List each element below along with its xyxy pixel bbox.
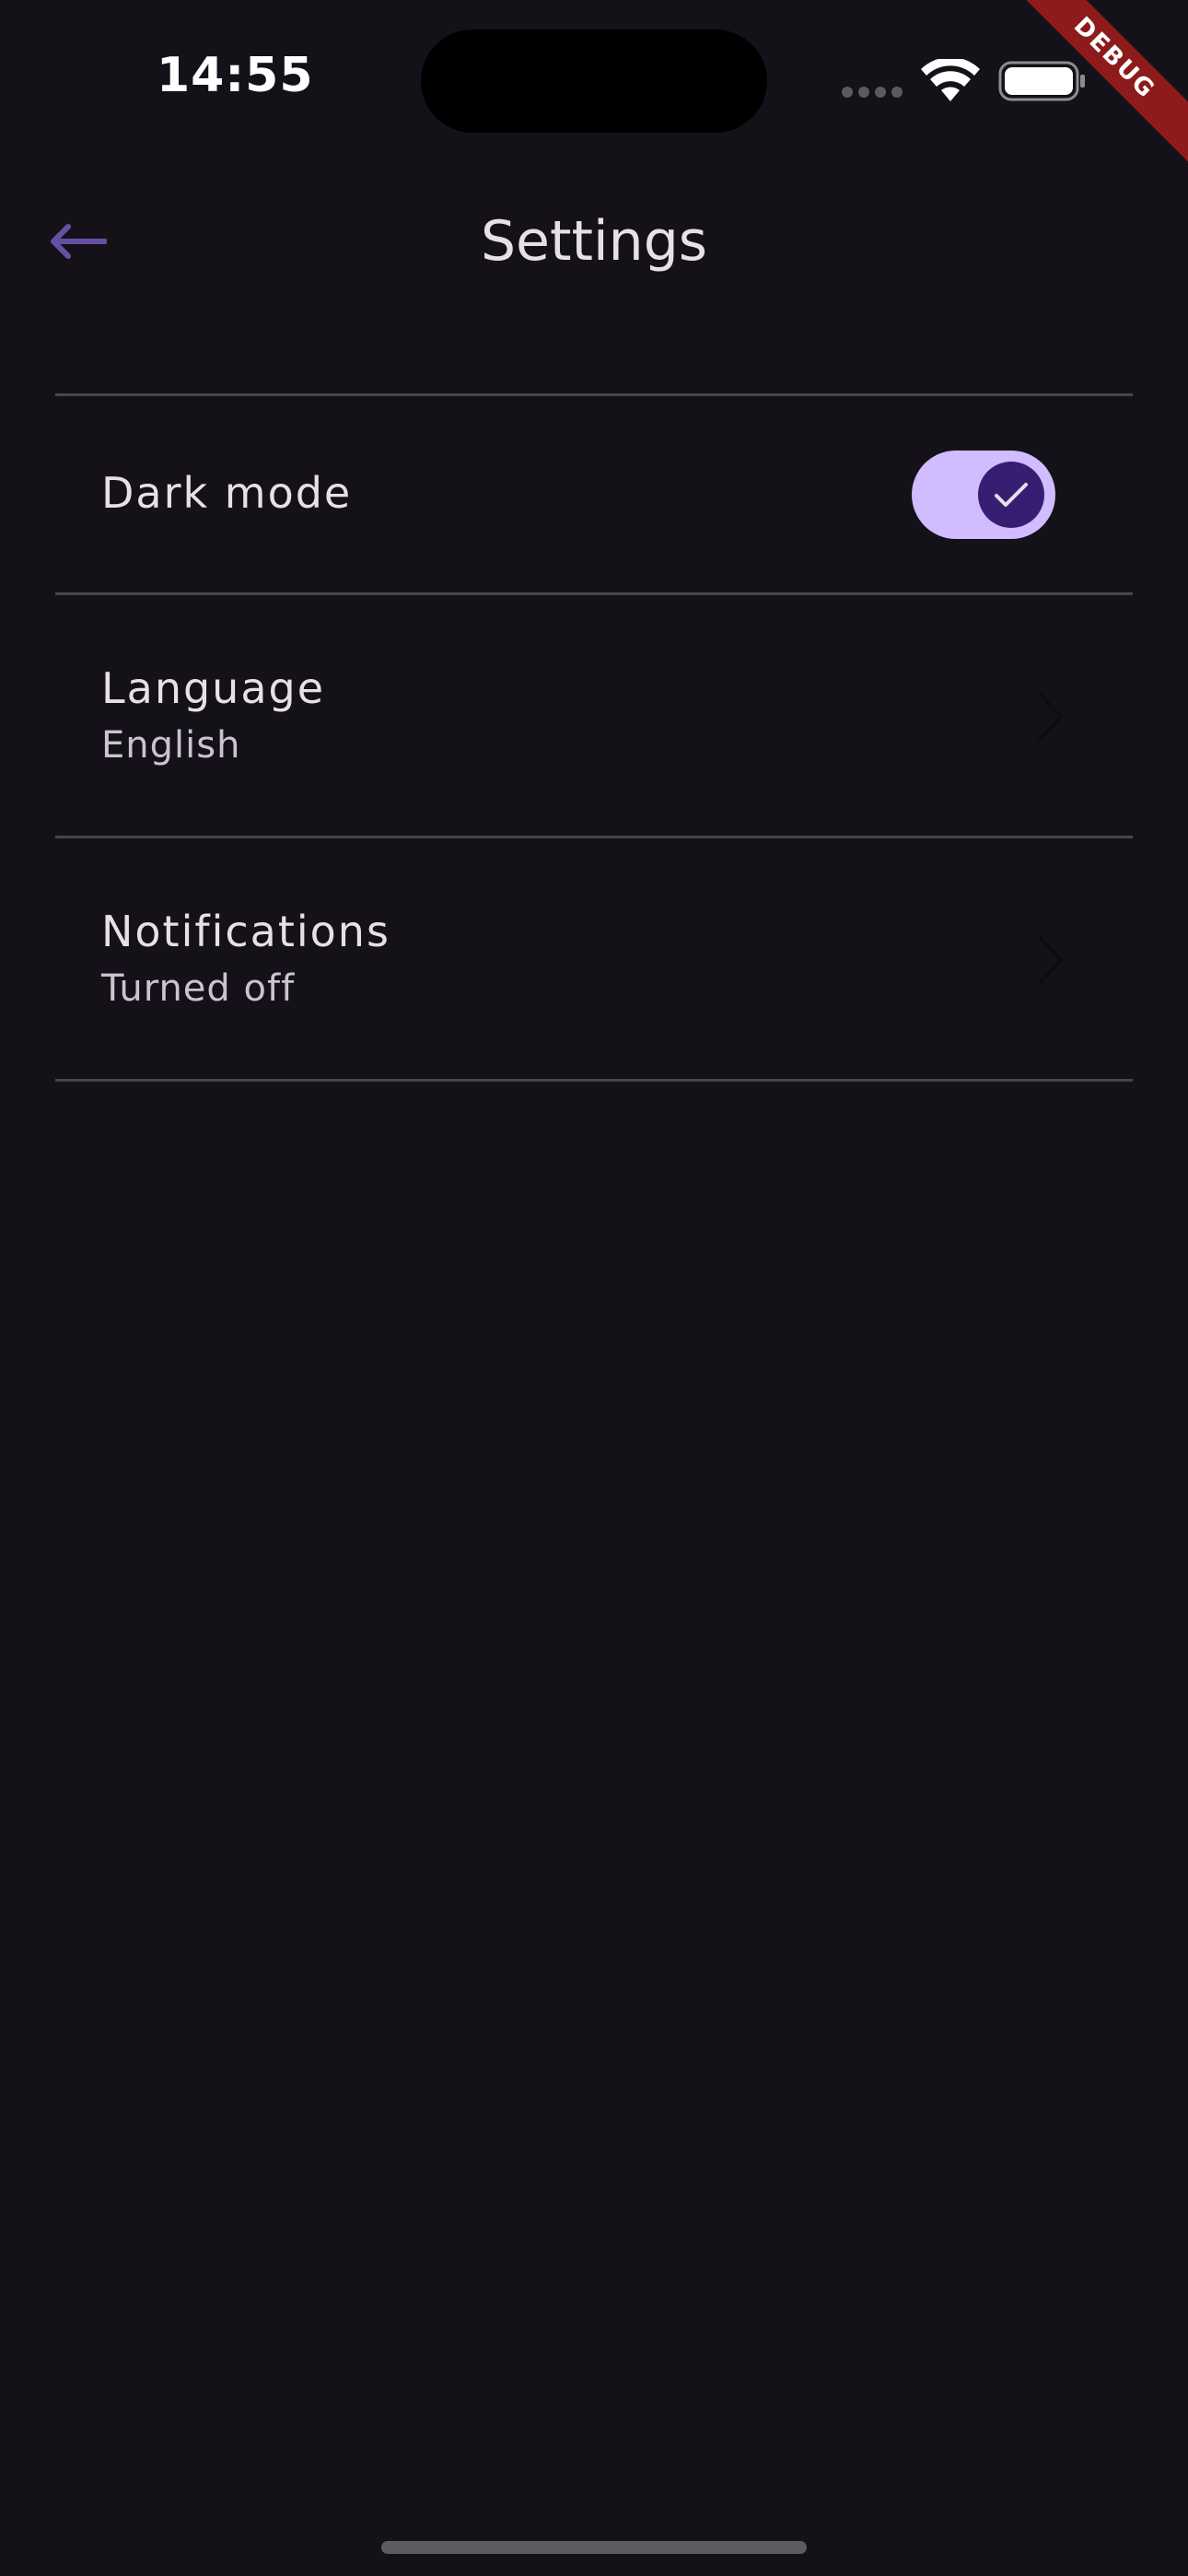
dark-mode-label: Dark mode xyxy=(101,468,353,518)
wifi-icon xyxy=(921,59,980,101)
settings-screen: 14:55 DEBUG Settings Dark mode Language xyxy=(0,0,1188,2576)
toggle-thumb xyxy=(978,462,1044,528)
cellular-signal-icon xyxy=(842,87,906,100)
language-row[interactable]: Language English xyxy=(55,595,1133,836)
status-time: 14:55 xyxy=(157,48,314,103)
battery-icon xyxy=(998,61,1085,101)
divider xyxy=(55,1079,1133,1082)
language-label: Language xyxy=(101,663,326,713)
home-indicator[interactable] xyxy=(381,2541,807,2554)
dark-mode-toggle[interactable] xyxy=(912,451,1055,539)
notifications-row[interactable]: Notifications Turned off xyxy=(55,838,1133,1079)
check-icon xyxy=(995,483,1028,507)
dynamic-island xyxy=(421,29,767,133)
notifications-label: Notifications xyxy=(101,907,390,956)
page-title: Settings xyxy=(480,209,708,274)
chevron-right-icon xyxy=(1037,691,1064,743)
notifications-value: Turned off xyxy=(101,967,296,1010)
language-value: English xyxy=(101,724,241,767)
chevron-right-icon xyxy=(1037,934,1064,986)
